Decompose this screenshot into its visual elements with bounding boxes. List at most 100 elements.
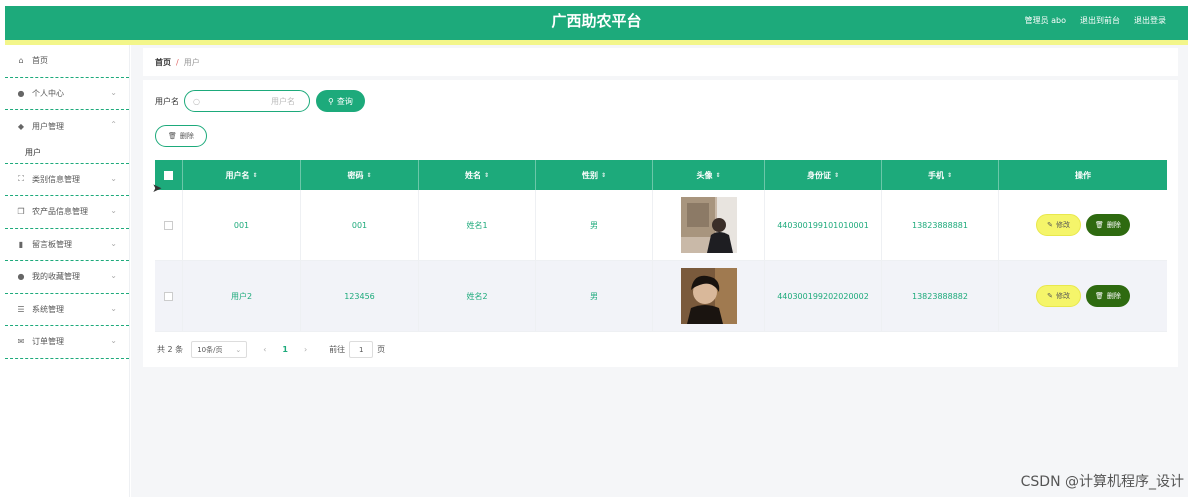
sidebar-item-label: 我的收藏管理 bbox=[32, 272, 80, 282]
delete-button[interactable]: 🗑 删除 bbox=[1085, 285, 1130, 307]
chevron-down-icon: ⌄ bbox=[110, 206, 117, 215]
user-icon: ● bbox=[17, 88, 25, 98]
search-field: ○ bbox=[184, 90, 310, 112]
column-header-gender[interactable]: 性别 ⇕ bbox=[536, 160, 653, 190]
goto-label: 前往 bbox=[329, 345, 346, 354]
column-header-avatar[interactable]: 头像 ⇕ bbox=[653, 160, 765, 190]
breadcrumb-current: 用户 bbox=[183, 57, 200, 67]
sidebar-item-favorites[interactable]: ● 我的收藏管理 ⌄ bbox=[5, 261, 129, 294]
sidebar-item-messages[interactable]: ▮ 留言板管理 ⌄ bbox=[5, 229, 129, 261]
row-checkbox[interactable] bbox=[164, 220, 173, 230]
users-table: 用户名 ⇕ 密码 ⇕ 姓名 ⇕ 性别 ⇕ 头像 ⇕ 身份证 ⇕ 手机 ⇕ 操作 001 001… bbox=[155, 160, 1167, 332]
top-header: 广西助农平台 管理员 abo 退出到前台 退出登录 bbox=[5, 6, 1188, 40]
sidebar-item-label: 类别信息管理 bbox=[32, 174, 80, 184]
sidebar-item-category[interactable]: ⛶ 类别信息管理 ⌄ bbox=[5, 164, 129, 196]
cell-username: 001 bbox=[183, 190, 301, 260]
cell-password: 123456 bbox=[301, 261, 419, 331]
batch-delete-label: 删除 bbox=[179, 132, 194, 140]
sidebar-item-user-management[interactable]: ◆ 用户管理 ⌃ bbox=[5, 110, 129, 143]
header-links: 管理员 abo 退出到前台 退出登录 bbox=[1025, 6, 1166, 36]
table-row: 001 001 姓名1 男 440300199101010001 1382388… bbox=[155, 190, 1167, 261]
chevron-down-icon: ⌄ bbox=[235, 345, 242, 354]
column-label: 密码 bbox=[347, 170, 364, 180]
search-icon: ⚲ bbox=[328, 96, 334, 106]
copy-icon: ❐ bbox=[17, 207, 25, 217]
column-header-password[interactable]: 密码 ⇕ bbox=[301, 160, 419, 190]
goto-page-input[interactable]: 1 bbox=[349, 341, 374, 358]
edit-button[interactable]: ✎ 修改 bbox=[1036, 214, 1081, 236]
search-icon: ○ bbox=[193, 96, 200, 106]
edit-button[interactable]: ✎ 修改 bbox=[1036, 285, 1081, 307]
cell-name: 姓名1 bbox=[419, 190, 536, 260]
column-label: 用户名 bbox=[225, 170, 250, 180]
next-page-button[interactable]: › bbox=[304, 345, 307, 354]
chevron-down-icon: ⌄ bbox=[110, 271, 117, 280]
row-checkbox[interactable] bbox=[164, 291, 173, 301]
chevron-down-icon: ⌄ bbox=[110, 173, 117, 183]
pin-icon: ◆ bbox=[17, 121, 25, 131]
sidebar-item-products[interactable]: ❐ 农产品信息管理 ⌄ bbox=[5, 196, 129, 229]
row-select-cell bbox=[155, 261, 183, 331]
page-number-current[interactable]: 1 bbox=[282, 345, 288, 354]
query-button-label: 查询 bbox=[336, 96, 353, 106]
page-size-select[interactable]: 10条/页 ⌄ bbox=[191, 341, 248, 358]
column-header-name[interactable]: 姓名 ⇕ bbox=[419, 160, 536, 190]
edit-button-label: 修改 bbox=[1055, 292, 1070, 300]
sort-icon: ⇕ bbox=[833, 171, 840, 179]
sidebar-item-label: 用户管理 bbox=[32, 121, 64, 131]
trash-icon: 🗑 bbox=[168, 132, 177, 140]
cell-gender: 男 bbox=[536, 190, 653, 260]
breadcrumb-home[interactable]: 首页 bbox=[155, 57, 171, 68]
sidebar-item-profile[interactable]: ● 个人中心 ⌄ bbox=[5, 78, 129, 110]
delete-button[interactable]: 🗑 删除 bbox=[1085, 214, 1130, 236]
query-button[interactable]: ⚲ 查询 bbox=[316, 90, 365, 112]
avatar bbox=[680, 268, 737, 324]
app-title: 广西助农平台 bbox=[551, 12, 642, 30]
sort-icon: ⇕ bbox=[600, 171, 607, 179]
sliders-icon: ☰ bbox=[17, 304, 25, 314]
goto-suffix: 页 bbox=[377, 345, 386, 354]
column-header-id-card[interactable]: 身份证 ⇕ bbox=[765, 160, 882, 190]
bar-chart-icon: ▮ bbox=[18, 239, 24, 249]
admin-user-link[interactable]: 管理员 abo bbox=[1025, 6, 1066, 36]
search-label: 用户名 bbox=[155, 96, 179, 106]
sidebar-item-home[interactable]: ⌂ 首页 bbox=[5, 45, 129, 78]
cell-phone: 13823888882 bbox=[882, 261, 999, 331]
pagination-total: 共 2 条 bbox=[157, 345, 184, 354]
column-header-phone[interactable]: 手机 ⇕ bbox=[882, 160, 999, 190]
prev-page-button[interactable]: ‹ bbox=[263, 345, 266, 354]
cell-avatar bbox=[653, 261, 765, 331]
back-to-front-link[interactable]: 退出到前台 bbox=[1080, 6, 1120, 36]
breadcrumb-separator: / bbox=[176, 57, 179, 67]
sidebar-item-label: 首页 bbox=[32, 56, 48, 66]
cell-name: 姓名2 bbox=[419, 261, 536, 331]
chevron-down-icon: ⌄ bbox=[110, 336, 117, 345]
chevron-up-icon: ⌃ bbox=[110, 120, 117, 129]
sidebar-item-label: 系统管理 bbox=[32, 304, 64, 314]
cell-username: 用户2 bbox=[183, 261, 301, 331]
sort-icon: ⇕ bbox=[483, 171, 490, 179]
cell-id-card: 440300199202020002 bbox=[765, 261, 882, 331]
cell-gender: 男 bbox=[536, 261, 653, 331]
sidebar: ⌂ 首页 ● 个人中心 ⌄ ◆ 用户管理 ⌃ 用户 ⛶ 类别信息管理 ⌄ ❐ 农… bbox=[5, 45, 130, 497]
pagination: 共 2 条 10条/页 ⌄ ‹ 1 › 前往 1 页 bbox=[157, 341, 385, 358]
sidebar-subitem-users[interactable]: 用户 bbox=[5, 143, 129, 164]
batch-delete-button[interactable]: 🗑 删除 bbox=[155, 125, 207, 147]
edit-icon: ✎ bbox=[1047, 292, 1053, 300]
sidebar-item-system[interactable]: ☰ 系统管理 ⌄ bbox=[5, 294, 129, 326]
edit-button-label: 修改 bbox=[1055, 221, 1070, 229]
sidebar-item-label: 个人中心 bbox=[32, 88, 64, 98]
search-input[interactable] bbox=[199, 96, 295, 106]
column-header-username[interactable]: 用户名 ⇕ bbox=[183, 160, 301, 190]
trash-icon: 🗑 bbox=[1094, 292, 1104, 300]
page-size-value: 10条/页 bbox=[197, 345, 223, 354]
sort-icon: ⇕ bbox=[715, 171, 721, 179]
select-all-checkbox[interactable] bbox=[164, 170, 173, 180]
delete-button-label: 删除 bbox=[1106, 292, 1121, 300]
sort-icon: ⇕ bbox=[366, 171, 372, 179]
logout-link[interactable]: 退出登录 bbox=[1134, 6, 1166, 36]
sidebar-item-orders[interactable]: ✉ 订单管理 ⌄ bbox=[5, 326, 129, 359]
edit-icon: ✎ bbox=[1047, 221, 1053, 229]
trash-icon: 🗑 bbox=[1094, 221, 1104, 229]
table-header: 用户名 ⇕ 密码 ⇕ 姓名 ⇕ 性别 ⇕ 头像 ⇕ 身份证 ⇕ 手机 ⇕ 操作 bbox=[155, 160, 1167, 190]
